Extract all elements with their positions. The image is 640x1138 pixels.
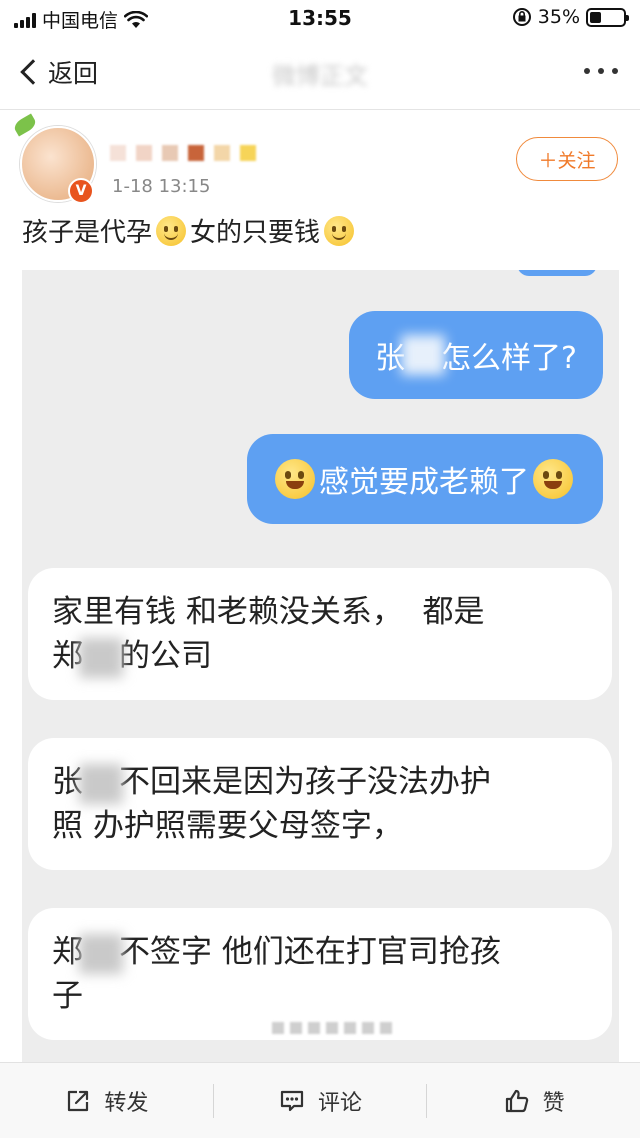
laughing-crying-face-icon [533,459,573,499]
more-options-button[interactable] [584,68,618,74]
chat-text-line: 郑不签字 他们还在打官司抢孩 [52,930,588,974]
attached-image[interactable]: 张怎么样了? 感觉要成老赖了 家里有钱 和老赖没关系， 都是 郑的公司 张不回来… [22,270,619,1062]
chat-bubble-sent: 感觉要成老赖了 [247,434,603,524]
comment-icon [280,1090,304,1111]
chat-text: 家里有钱 和老赖没关系， 都是 [52,594,485,630]
comment-label: 评论 [318,1090,363,1116]
share-icon [68,1090,89,1111]
post-text-part2: 女的只要钱 [190,218,321,248]
redaction-blur [79,763,123,804]
battery-level [590,11,602,23]
redaction-blur [79,933,123,974]
username-redacted[interactable] [110,145,256,161]
rotation-lock-icon [512,8,531,26]
post-timestamp: 1-18 13:15 [112,176,211,197]
page-title: 微博正文 [272,62,368,90]
follow-button[interactable]: ＋关注 [516,137,618,181]
chat-text: 不回来是因为孩子没法办护 [119,764,491,800]
watermark-redacted [272,1022,392,1034]
verified-badge-icon: V [68,178,94,204]
smile-emoji-icon [324,215,355,246]
like-button[interactable]: 赞 [427,1085,640,1117]
crying-face-icon [275,459,315,499]
thumbs-up-icon [505,1089,528,1112]
comment-button[interactable]: 评论 [214,1085,427,1117]
redaction-blur [401,335,446,375]
chat-text: 怎么样了? [441,341,577,376]
chat-bubble-received: 张不回来是因为孩子没法办护 照 办护照需要父母签字， [28,738,612,870]
chat-bubble-received: 家里有钱 和老赖没关系， 都是 郑的公司 [28,568,612,700]
chat-text: 不签字 他们还在打官司抢孩 [119,934,501,970]
battery-icon [586,7,629,27]
repost-button[interactable]: 转发 [0,1085,213,1117]
like-label: 赞 [542,1090,565,1116]
chat-text-line: 张不回来是因为孩子没法办护 [52,760,588,804]
redaction-blur [79,637,123,678]
post-text-part1: 孩子是代孕 [22,218,153,248]
battery-percent: 35% [537,6,580,28]
post-text: 孩子是代孕 女的只要钱 [22,212,356,249]
chat-text-line: 郑的公司 [52,634,588,678]
chat-text: 的公司 [119,638,212,674]
chat-text: 子 [52,978,83,1014]
chat-bubble-fragment [517,270,597,276]
chat-bubble-sent: 张怎么样了? [349,311,603,399]
repost-label: 转发 [104,1090,149,1116]
chat-text: 照 办护照需要父母签字， [52,808,403,844]
status-bar: 中国电信 13:55 35% [0,0,640,38]
more-dot-icon [598,68,604,74]
status-right: 35% [512,6,629,28]
more-dot-icon [584,68,590,74]
smile-emoji-icon [156,215,187,246]
chat-bubble-received: 郑不签字 他们还在打官司抢孩 子 [28,908,612,1040]
nav-bar: 返回 微博正文 [0,38,640,110]
more-dot-icon [612,68,618,74]
chat-text: 感觉要成老赖了 [319,465,529,500]
bottom-toolbar: 转发 评论 赞 [0,1062,640,1138]
